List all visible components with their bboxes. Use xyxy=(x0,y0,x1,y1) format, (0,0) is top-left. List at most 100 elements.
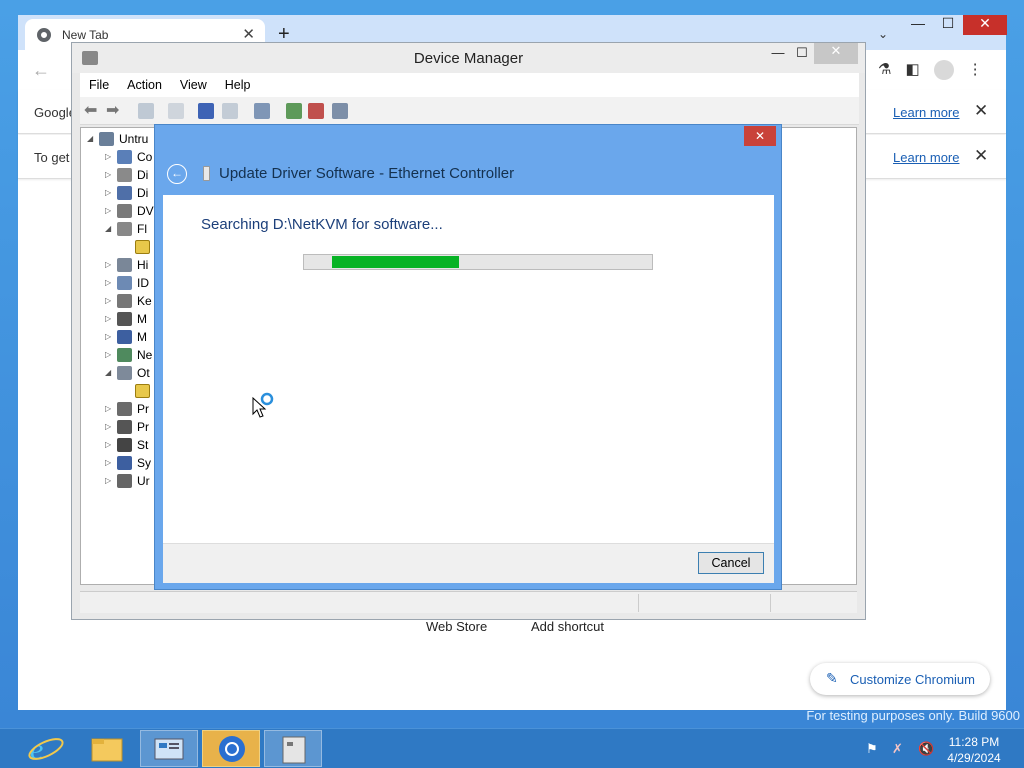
system-clock[interactable]: 11:28 PM 4/29/2024 xyxy=(944,734,1004,766)
build-watermark: For testing purposes only. Build 9600 xyxy=(806,708,1020,723)
infobar-close-icon[interactable]: ✕ xyxy=(974,146,988,166)
customize-chromium-button[interactable]: ✎ Customize Chromium xyxy=(810,663,990,695)
dialog-close-button[interactable]: ✕ xyxy=(744,126,776,146)
tree-item-label: Untru xyxy=(119,132,149,146)
device-category-icon xyxy=(117,276,132,290)
scan-hardware-icon[interactable] xyxy=(254,103,270,119)
help-icon[interactable] xyxy=(198,103,214,119)
collapsed-arrow-icon[interactable]: ▷ xyxy=(105,152,111,161)
tree-item-label: St xyxy=(137,438,149,452)
collapsed-arrow-icon[interactable]: ▷ xyxy=(105,404,111,413)
device-manager-toolbar: ⬅ ➡ xyxy=(80,97,859,125)
collapsed-arrow-icon[interactable]: ▷ xyxy=(105,350,111,359)
progress-fill xyxy=(331,256,459,268)
device-manager-taskbar-icon[interactable] xyxy=(264,730,322,767)
chromium-close-button[interactable]: ✕ xyxy=(963,15,1007,35)
device-category-icon xyxy=(117,474,132,488)
extensions-icon[interactable]: ⚗ xyxy=(878,60,891,80)
shortcut-add[interactable]: Add shortcut xyxy=(531,619,604,634)
learn-more-link[interactable]: Learn more xyxy=(893,105,959,120)
expanded-arrow-icon[interactable]: ◢ xyxy=(105,224,111,233)
side-panel-icon[interactable]: ◧ xyxy=(905,60,919,80)
status-bar xyxy=(80,591,857,613)
collapsed-arrow-icon[interactable]: ▷ xyxy=(105,440,111,449)
device-category-icon xyxy=(117,330,132,344)
learn-more-link[interactable]: Learn more xyxy=(893,150,959,165)
menu-help[interactable]: Help xyxy=(216,78,260,92)
menu-view[interactable]: View xyxy=(171,78,216,92)
server-manager-icon[interactable] xyxy=(140,730,198,767)
collapsed-arrow-icon[interactable]: ▷ xyxy=(105,206,111,215)
clock-time: 11:28 PM xyxy=(948,735,1000,749)
collapsed-arrow-icon[interactable]: ▷ xyxy=(105,476,111,485)
tree-item-label: Di xyxy=(137,168,149,182)
collapsed-arrow-icon[interactable]: ▷ xyxy=(105,314,111,323)
infobar-text: To get xyxy=(34,150,70,165)
properties-icon[interactable] xyxy=(168,103,184,119)
menu-file[interactable]: File xyxy=(80,78,118,92)
tree-item-label: Pr xyxy=(137,420,149,434)
update-driver-dialog: ✕ ← Update Driver Software - Ethernet Co… xyxy=(154,124,782,590)
back-arrow-icon[interactable]: ← xyxy=(167,164,187,184)
dm-close-button[interactable]: ✕ xyxy=(814,43,858,64)
device-category-icon xyxy=(117,312,132,326)
tree-item-label: Hi xyxy=(137,258,149,272)
tree-item-label: Di xyxy=(137,186,149,200)
action-center-flag-icon[interactable]: ⚑ xyxy=(866,741,878,757)
tree-item-label: Sy xyxy=(137,456,152,470)
dm-maximize-button[interactable]: ☐ xyxy=(788,45,816,65)
menu-kebab-icon[interactable]: ⋮ xyxy=(968,60,983,80)
volume-muted-icon[interactable]: 🔇 xyxy=(918,741,934,757)
file-explorer-icon[interactable] xyxy=(78,730,136,767)
tab-close-icon[interactable]: ✕ xyxy=(242,25,255,43)
chromium-taskbar-icon[interactable] xyxy=(202,730,260,767)
collapsed-arrow-icon[interactable]: ▷ xyxy=(105,458,111,467)
device-category-icon xyxy=(117,150,132,164)
show-hide-tree-icon[interactable] xyxy=(138,103,154,119)
shortcut-web-store[interactable]: Web Store xyxy=(426,619,487,634)
internet-explorer-icon[interactable]: e xyxy=(16,730,74,767)
collapsed-arrow-icon[interactable]: ▷ xyxy=(105,188,111,197)
infobar-text: Google xyxy=(34,105,76,120)
forward-icon[interactable]: ➡ xyxy=(106,100,122,119)
collapsed-arrow-icon[interactable]: ▷ xyxy=(105,422,111,431)
device-icon xyxy=(203,166,210,181)
tree-item-label: Ot xyxy=(137,366,150,380)
infobar-close-icon[interactable]: ✕ xyxy=(974,101,988,121)
busy-cursor-icon xyxy=(252,392,274,418)
taskbar: e ⚑ ✗ 🔇 11:28 PM 4/29/2024 xyxy=(0,728,1024,768)
uninstall-icon[interactable] xyxy=(308,103,324,119)
tree-item-label: DV xyxy=(137,204,154,218)
chromium-maximize-button[interactable]: ☐ xyxy=(933,15,963,35)
back-icon[interactable]: ⬅ xyxy=(84,100,100,119)
device-category-icon xyxy=(117,168,132,182)
update-driver-icon[interactable] xyxy=(286,103,302,119)
tree-item-label: Fl xyxy=(137,222,147,236)
collapsed-arrow-icon[interactable]: ▷ xyxy=(105,278,111,287)
enable-device-icon[interactable] xyxy=(332,103,348,119)
action-pane-icon[interactable] xyxy=(222,103,238,119)
collapsed-arrow-icon[interactable]: ▷ xyxy=(105,170,111,179)
device-category-icon xyxy=(117,348,132,362)
collapsed-arrow-icon[interactable]: ▷ xyxy=(105,296,111,305)
tree-item-label: Ke xyxy=(137,294,152,308)
chromium-minimize-button[interactable]: — xyxy=(903,15,933,35)
pencil-icon: ✎ xyxy=(826,670,838,686)
expanded-arrow-icon[interactable]: ◢ xyxy=(105,368,111,377)
network-disconnected-icon[interactable]: ✗ xyxy=(892,741,903,757)
menu-action[interactable]: Action xyxy=(118,78,171,92)
device-category-icon xyxy=(135,384,150,398)
back-arrow-icon[interactable]: ← xyxy=(32,60,50,81)
cancel-button[interactable]: Cancel xyxy=(698,552,764,574)
expanded-arrow-icon[interactable]: ◢ xyxy=(87,134,93,143)
profile-avatar-icon[interactable] xyxy=(933,60,954,80)
collapsed-arrow-icon[interactable]: ▷ xyxy=(105,260,111,269)
dialog-footer: Cancel xyxy=(163,543,774,583)
collapsed-arrow-icon[interactable]: ▷ xyxy=(105,332,111,341)
toolbar-right-icons: ⚗ ◧ ⋮ xyxy=(878,60,983,80)
status-text: Searching D:\NetKVM for software... xyxy=(201,216,443,233)
dialog-body: Searching D:\NetKVM for software... xyxy=(163,195,774,543)
device-manager-menubar: File Action View Help xyxy=(80,73,859,97)
tab-title: New Tab xyxy=(62,28,109,42)
tab-search-icon[interactable]: ⌄ xyxy=(878,27,888,41)
